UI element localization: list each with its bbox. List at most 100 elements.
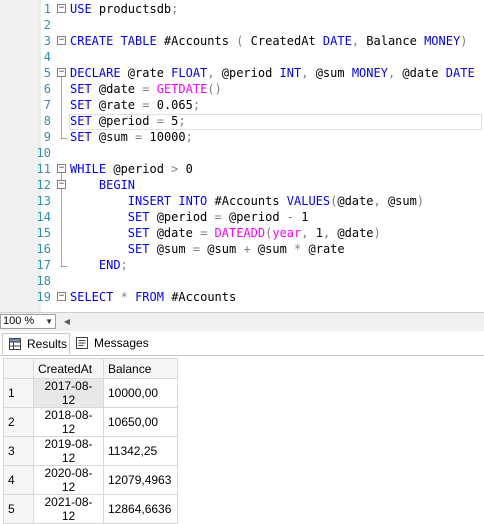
cell-balance[interactable]: 11342,25 [103, 436, 178, 466]
code-token: DATEADD [214, 226, 266, 240]
code-token: 1 [294, 210, 309, 224]
cell-createdat[interactable]: 2020-08-12 [33, 465, 104, 495]
tab-messages-label: Messages [94, 336, 149, 350]
code-line[interactable]: SET @sum = 10000; [70, 129, 193, 145]
code-token: @sum [200, 242, 244, 256]
code-line[interactable]: SET @date = DATEADD(year, 1, @date) [70, 225, 381, 241]
code-line[interactable]: SET @rate = 0.065; [70, 97, 200, 113]
code-line[interactable]: END; [70, 257, 128, 273]
code-line[interactable]: SET @sum = @sum + @sum * @rate [70, 241, 345, 257]
fold-guide-end [61, 138, 67, 139]
code-token: SET [70, 98, 92, 112]
fold-minus-icon[interactable]: − [57, 4, 66, 13]
code-line[interactable]: CREATE TABLE #Accounts ( CreatedAt DATE,… [70, 33, 467, 49]
grid-corner[interactable] [3, 358, 34, 379]
code-token: VALUES [286, 194, 331, 208]
cell-balance[interactable]: 10650,00 [103, 407, 178, 437]
scroll-left-icon[interactable]: ◀ [62, 316, 72, 328]
message-icon [76, 337, 88, 349]
code-token: @date [91, 82, 143, 96]
table-row[interactable]: 2 2018-08-12 10650,00 [3, 407, 178, 437]
code-line[interactable]: SET @period = 5; [70, 113, 186, 129]
chevron-down-icon[interactable]: ▼ [45, 315, 53, 328]
code-token: 10000 [142, 130, 186, 144]
column-header[interactable]: CreatedAt [33, 358, 104, 379]
table-row[interactable]: 5 2021-08-12 12864,6636 [3, 494, 178, 524]
query-editor[interactable]: 1 USE productsdb; 2 3 CREATE TABLE #Accounts… [0, 0, 484, 312]
tab-messages[interactable]: Messages [70, 333, 149, 355]
code-token: #Accounts [156, 34, 237, 48]
code-line[interactable]: INSERT INTO #Accounts VALUES(@date, @sum… [70, 193, 424, 209]
code-token: @date [149, 226, 201, 240]
table-row[interactable]: 3 2019-08-12 11342,25 [3, 436, 178, 466]
code-token: DATE [445, 66, 475, 80]
table-row[interactable]: 4 2020-08-12 12079,4963 [3, 465, 178, 495]
code-token: SET [70, 130, 92, 144]
code-token: @period [91, 114, 157, 128]
cell-balance[interactable]: 10000,00 [103, 378, 178, 408]
code-token: + [243, 242, 251, 256]
table-row[interactable]: 1 2017-08-12 10000,00 [3, 378, 178, 408]
row-number[interactable]: 2 [3, 407, 34, 437]
code-token: FROM [135, 290, 164, 304]
results-grid-panel: CreatedAt Balance 1 2017-08-12 10000,00 2 20… [0, 356, 484, 524]
horizontal-scrollbar[interactable]: ◀ [62, 316, 482, 328]
code-token: MONEY [424, 34, 461, 48]
code-token: () [207, 82, 222, 96]
row-number[interactable]: 3 [3, 436, 34, 466]
tab-results[interactable]: Results [2, 333, 70, 355]
code-line[interactable]: SET @date = GETDATE() [70, 81, 222, 97]
fold-minus-icon[interactable]: − [57, 292, 66, 301]
results-tab-bar: Results Messages [0, 331, 484, 356]
row-number[interactable]: 1 [3, 378, 34, 408]
line-number: 13 [36, 194, 51, 208]
code-line[interactable]: SET @period = @period - 1 [70, 209, 309, 225]
code-token: ) [416, 194, 425, 208]
grid-icon [9, 338, 21, 350]
fold-minus-icon[interactable]: − [57, 68, 66, 77]
cell-createdat[interactable]: 2017-08-12 [33, 378, 104, 408]
code-token: ; [120, 258, 128, 272]
code-token: @sum [149, 242, 193, 256]
code-token: #Accounts [207, 194, 287, 208]
code-token: = [192, 242, 201, 256]
fold-guide [61, 189, 62, 266]
code-line[interactable]: USE productsdb; [70, 1, 178, 17]
line-number: 2 [43, 18, 51, 32]
cell-balance[interactable]: 12079,4963 [103, 465, 178, 495]
line-number: 16 [36, 242, 51, 256]
column-header[interactable]: Balance [103, 358, 178, 379]
code-line[interactable]: WHILE @period > 0 [70, 161, 193, 177]
cell-createdat[interactable]: 2019-08-12 [33, 436, 104, 466]
code-token: 0.065 [149, 98, 193, 112]
row-number[interactable]: 5 [3, 494, 34, 524]
code-token: @sum [380, 194, 417, 208]
zoom-value: 100 % [3, 315, 35, 327]
cell-createdat[interactable]: 2018-08-12 [33, 407, 104, 437]
fold-minus-icon[interactable]: − [57, 164, 66, 173]
cell-createdat[interactable]: 2021-08-12 [33, 494, 104, 524]
code-token: @rate [301, 242, 345, 256]
cell-balance[interactable]: 12864,6636 [103, 494, 178, 524]
code-token: SET [70, 114, 92, 128]
fold-minus-icon[interactable]: − [57, 36, 66, 45]
code-token: CreatedAt [243, 34, 323, 48]
code-token: = [214, 210, 222, 224]
code-line[interactable]: SELECT * FROM #Accounts [70, 289, 236, 305]
fold-minus-icon[interactable]: − [57, 180, 66, 189]
zoom-select[interactable]: 100 % ▼ [0, 314, 56, 329]
code-token: productsdb [91, 2, 172, 16]
code-line[interactable]: BEGIN [70, 177, 135, 193]
code-token: END [70, 258, 121, 272]
fold-guide-end [61, 266, 67, 267]
code-token: DECLARE [70, 66, 121, 80]
code-line[interactable]: DECLARE @rate FLOAT, @period INT, @sum M… [70, 65, 475, 81]
results-grid[interactable]: CreatedAt Balance 1 2017-08-12 10000,00 2 20… [3, 358, 178, 524]
row-number[interactable]: 4 [3, 465, 34, 495]
code-token: , [373, 194, 381, 208]
code-token: @period [214, 66, 280, 80]
code-token: @sum [250, 242, 295, 256]
